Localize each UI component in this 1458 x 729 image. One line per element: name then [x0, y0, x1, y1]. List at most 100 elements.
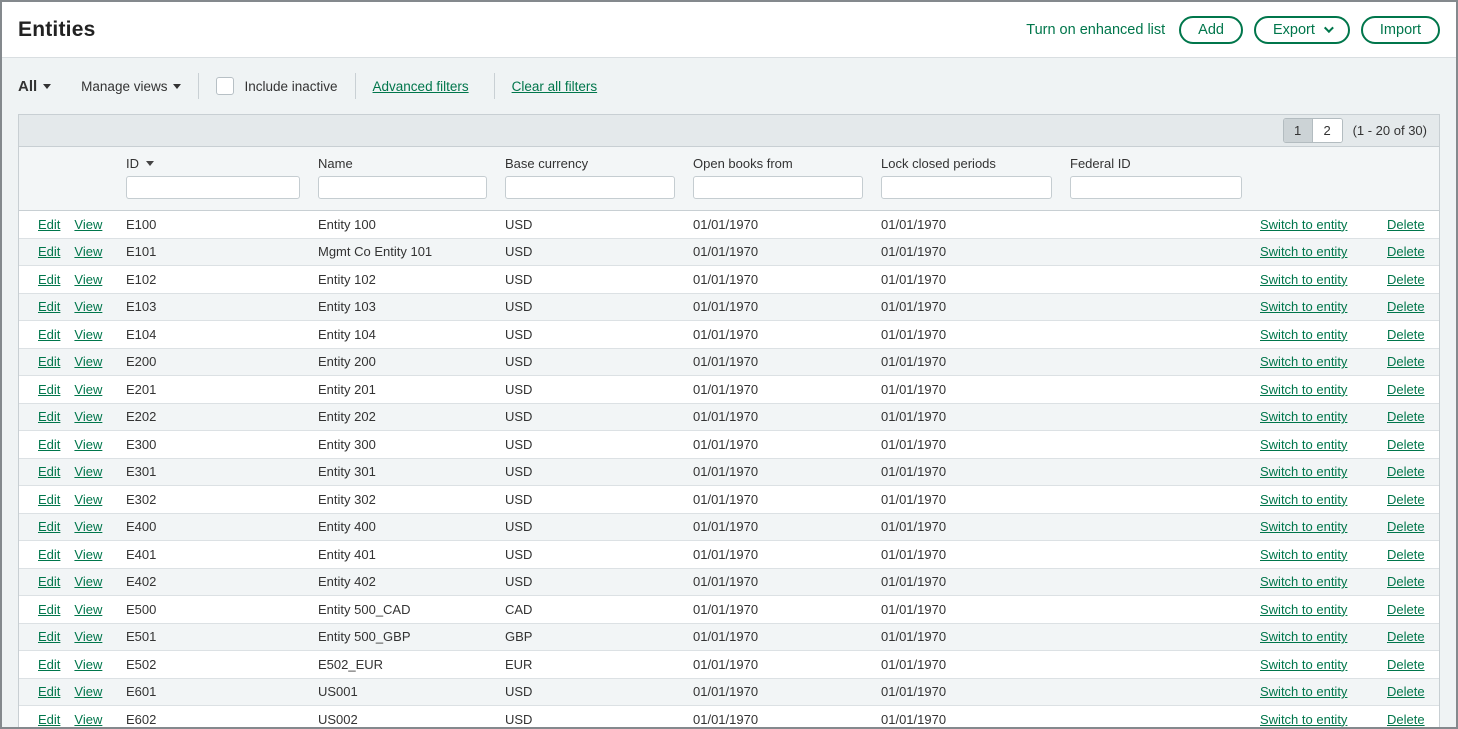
- edit-link[interactable]: Edit: [38, 382, 60, 397]
- pagination-page-2[interactable]: 2: [1313, 119, 1342, 142]
- delete-link[interactable]: Delete: [1387, 382, 1425, 397]
- view-link[interactable]: View: [74, 519, 102, 534]
- column-header-id[interactable]: ID: [126, 156, 318, 171]
- edit-link[interactable]: Edit: [38, 464, 60, 479]
- view-link[interactable]: View: [74, 712, 102, 727]
- view-link[interactable]: View: [74, 684, 102, 699]
- edit-link[interactable]: Edit: [38, 272, 60, 287]
- include-inactive-label[interactable]: Include inactive: [244, 79, 337, 94]
- column-header-name[interactable]: Name: [318, 156, 505, 171]
- column-filter-input-lock[interactable]: [881, 176, 1052, 199]
- view-link[interactable]: View: [74, 409, 102, 424]
- view-link[interactable]: View: [74, 217, 102, 232]
- delete-link[interactable]: Delete: [1387, 712, 1425, 727]
- include-inactive-checkbox[interactable]: [216, 77, 234, 95]
- edit-link[interactable]: Edit: [38, 657, 60, 672]
- edit-link[interactable]: Edit: [38, 327, 60, 342]
- switch-to-entity-link[interactable]: Switch to entity: [1260, 519, 1347, 534]
- pagination-page-1[interactable]: 1: [1284, 119, 1313, 142]
- view-link[interactable]: View: [74, 437, 102, 452]
- edit-link[interactable]: Edit: [38, 492, 60, 507]
- view-link[interactable]: View: [74, 299, 102, 314]
- view-link[interactable]: View: [74, 354, 102, 369]
- import-button[interactable]: Import: [1361, 16, 1440, 44]
- view-link[interactable]: View: [74, 464, 102, 479]
- edit-link[interactable]: Edit: [38, 629, 60, 644]
- delete-link[interactable]: Delete: [1387, 327, 1425, 342]
- delete-link[interactable]: Delete: [1387, 657, 1425, 672]
- edit-link[interactable]: Edit: [38, 574, 60, 589]
- view-link[interactable]: View: [74, 657, 102, 672]
- edit-link[interactable]: Edit: [38, 354, 60, 369]
- column-header-lock[interactable]: Lock closed periods: [881, 156, 1070, 171]
- view-link[interactable]: View: [74, 244, 102, 259]
- switch-to-entity-link[interactable]: Switch to entity: [1260, 629, 1347, 644]
- edit-link[interactable]: Edit: [38, 684, 60, 699]
- delete-link[interactable]: Delete: [1387, 492, 1425, 507]
- switch-to-entity-link[interactable]: Switch to entity: [1260, 409, 1347, 424]
- switch-to-entity-link[interactable]: Switch to entity: [1260, 354, 1347, 369]
- edit-link[interactable]: Edit: [38, 437, 60, 452]
- delete-link[interactable]: Delete: [1387, 547, 1425, 562]
- switch-to-entity-link[interactable]: Switch to entity: [1260, 382, 1347, 397]
- edit-link[interactable]: Edit: [38, 547, 60, 562]
- switch-to-entity-link[interactable]: Switch to entity: [1260, 464, 1347, 479]
- delete-link[interactable]: Delete: [1387, 299, 1425, 314]
- column-filter-input-name[interactable]: [318, 176, 487, 199]
- view-link[interactable]: View: [74, 629, 102, 644]
- delete-link[interactable]: Delete: [1387, 629, 1425, 644]
- delete-link[interactable]: Delete: [1387, 272, 1425, 287]
- delete-link[interactable]: Delete: [1387, 437, 1425, 452]
- column-header-federal[interactable]: Federal ID: [1070, 156, 1260, 171]
- column-header-open[interactable]: Open books from: [693, 156, 881, 171]
- switch-to-entity-link[interactable]: Switch to entity: [1260, 574, 1347, 589]
- switch-to-entity-link[interactable]: Switch to entity: [1260, 217, 1347, 232]
- delete-link[interactable]: Delete: [1387, 519, 1425, 534]
- turn-on-enhanced-list-link[interactable]: Turn on enhanced list: [1026, 22, 1165, 38]
- switch-to-entity-link[interactable]: Switch to entity: [1260, 547, 1347, 562]
- view-link[interactable]: View: [74, 492, 102, 507]
- view-link[interactable]: View: [74, 547, 102, 562]
- column-filter-input-open[interactable]: [693, 176, 863, 199]
- switch-to-entity-link[interactable]: Switch to entity: [1260, 244, 1347, 259]
- advanced-filters-link[interactable]: Advanced filters: [373, 79, 469, 94]
- switch-to-entity-link[interactable]: Switch to entity: [1260, 602, 1347, 617]
- edit-link[interactable]: Edit: [38, 244, 60, 259]
- switch-to-entity-link[interactable]: Switch to entity: [1260, 657, 1347, 672]
- edit-link[interactable]: Edit: [38, 519, 60, 534]
- delete-link[interactable]: Delete: [1387, 244, 1425, 259]
- column-header-currency[interactable]: Base currency: [505, 156, 693, 171]
- switch-to-entity-link[interactable]: Switch to entity: [1260, 492, 1347, 507]
- switch-to-entity-link[interactable]: Switch to entity: [1260, 712, 1347, 727]
- edit-link[interactable]: Edit: [38, 299, 60, 314]
- switch-to-entity-link[interactable]: Switch to entity: [1260, 272, 1347, 287]
- view-link[interactable]: View: [74, 272, 102, 287]
- delete-link[interactable]: Delete: [1387, 217, 1425, 232]
- manage-views-dropdown[interactable]: Manage views: [81, 79, 181, 94]
- edit-link[interactable]: Edit: [38, 602, 60, 617]
- switch-to-entity-link[interactable]: Switch to entity: [1260, 684, 1347, 699]
- delete-link[interactable]: Delete: [1387, 409, 1425, 424]
- switch-to-entity-link[interactable]: Switch to entity: [1260, 437, 1347, 452]
- column-filter-input-currency[interactable]: [505, 176, 675, 199]
- delete-link[interactable]: Delete: [1387, 464, 1425, 479]
- view-selector-dropdown[interactable]: All: [18, 78, 51, 95]
- clear-all-filters-link[interactable]: Clear all filters: [512, 79, 598, 94]
- delete-link[interactable]: Delete: [1387, 602, 1425, 617]
- column-filter-input-federal[interactable]: [1070, 176, 1242, 199]
- edit-link[interactable]: Edit: [38, 409, 60, 424]
- view-link[interactable]: View: [74, 574, 102, 589]
- edit-link[interactable]: Edit: [38, 712, 60, 727]
- edit-link[interactable]: Edit: [38, 217, 60, 232]
- delete-link[interactable]: Delete: [1387, 684, 1425, 699]
- switch-to-entity-link[interactable]: Switch to entity: [1260, 327, 1347, 342]
- view-link[interactable]: View: [74, 382, 102, 397]
- delete-link[interactable]: Delete: [1387, 354, 1425, 369]
- view-link[interactable]: View: [74, 327, 102, 342]
- delete-link[interactable]: Delete: [1387, 574, 1425, 589]
- view-link[interactable]: View: [74, 602, 102, 617]
- switch-to-entity-link[interactable]: Switch to entity: [1260, 299, 1347, 314]
- export-button[interactable]: Export: [1254, 16, 1350, 44]
- column-filter-input-id[interactable]: [126, 176, 300, 199]
- add-button[interactable]: Add: [1179, 16, 1243, 44]
